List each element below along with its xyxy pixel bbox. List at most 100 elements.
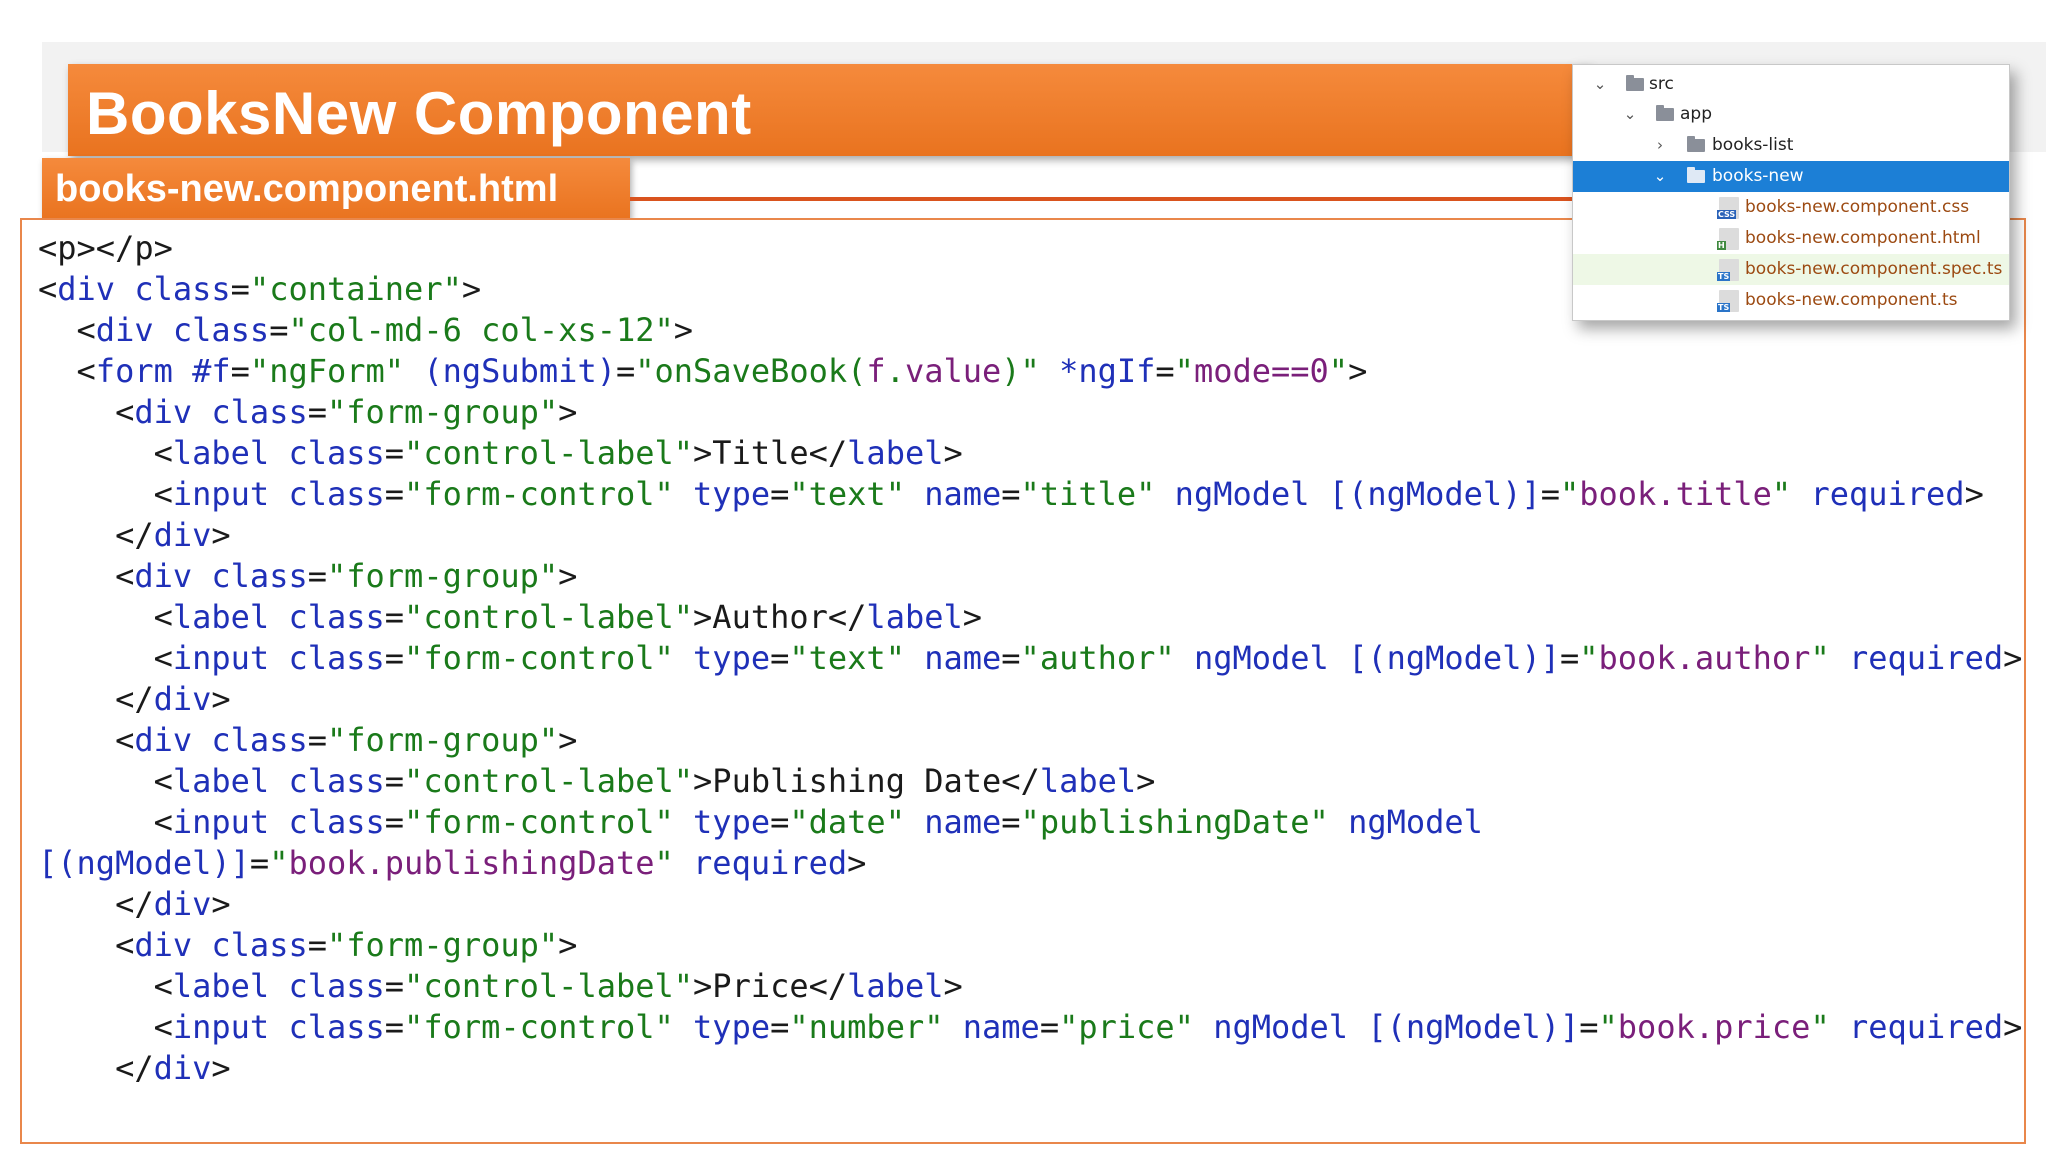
tree-file-css[interactable]: CSS books-new.component.css: [1573, 192, 2009, 223]
code-token: #f: [192, 352, 231, 390]
code-token: =: [1001, 803, 1021, 841]
code-token: =: [615, 352, 636, 390]
code-token: >: [211, 516, 231, 554]
chevron-right-icon[interactable]: ›: [1653, 130, 1667, 161]
code-token: class: [288, 762, 385, 800]
tree-folder-src[interactable]: ⌄ src: [1573, 69, 2009, 100]
code-token: class: [211, 557, 308, 595]
tree-file-label: books-new.component.ts: [1745, 290, 1958, 310]
code-token: <: [153, 598, 173, 636]
tree-file-label: books-new.component.css: [1745, 197, 1970, 217]
tree-file-label: books-new.component.html: [1745, 228, 1981, 248]
code-token: ": [1810, 1008, 1830, 1046]
code-token: "text": [789, 475, 905, 513]
tree-folder-label: books-list: [1712, 135, 1794, 155]
code-token: "publishingDate": [1020, 803, 1329, 841]
code-token: "form-control": [404, 1008, 674, 1046]
code-token: =: [384, 967, 405, 1005]
code-line: [(ngModel)]="book.publishingDate" requir…: [38, 843, 2022, 884]
code-token: <: [115, 926, 135, 964]
code-token: input: [172, 639, 270, 677]
code-token: Title: [712, 434, 809, 472]
code-token: >: [673, 311, 694, 349]
code-token: div: [153, 516, 212, 554]
code-token: *ngIf: [1059, 352, 1156, 390]
code-token: div: [153, 680, 212, 718]
chevron-down-icon[interactable]: ⌄: [1593, 69, 1607, 100]
code-token: class: [288, 967, 385, 1005]
code-token: "author": [1020, 639, 1175, 677]
code-line: <input class="form-control" type="date" …: [38, 802, 2022, 843]
code-token: class: [172, 311, 270, 349]
code-token: =: [1559, 639, 1580, 677]
chevron-down-icon[interactable]: ⌄: [1623, 99, 1637, 130]
code-token: class: [211, 721, 308, 759]
code-token: >: [2003, 1008, 2023, 1046]
chevron-down-icon[interactable]: ⌄: [1653, 161, 1667, 192]
project-tree: ⌄ src ⌄ app › books-list ⌄ books-new CSS…: [1572, 64, 2010, 321]
folder-icon: [1687, 136, 1705, 152]
code-token: "col-md-6 col-xs-12": [288, 311, 674, 349]
code-token: [(ngModel)]: [1348, 639, 1560, 677]
code-token: =: [770, 639, 790, 677]
code-line: <form #f="ngForm" (ngSubmit)="onSaveBook…: [38, 351, 2022, 392]
code-token: =: [307, 557, 327, 595]
code-token: ": [1771, 475, 1792, 513]
code-token: </: [808, 967, 848, 1005]
code-token: div: [134, 393, 193, 431]
tree-folder-books-list[interactable]: › books-list: [1573, 130, 2009, 161]
code-token: label: [1039, 762, 1137, 800]
code-token: =: [307, 721, 327, 759]
tree-file-ts[interactable]: TS books-new.component.ts: [1573, 285, 2009, 316]
code-token: "form-group": [326, 393, 559, 431]
code-token: value: [904, 352, 1002, 390]
tree-folder-app[interactable]: ⌄ app: [1573, 99, 2009, 130]
code-token: ": [1559, 475, 1580, 513]
code-token: =: [770, 1008, 790, 1046]
code-token: Publishing Date: [712, 762, 1002, 800]
tree-folder-label: books-new: [1712, 166, 1804, 186]
code-token: >: [693, 967, 713, 1005]
code-token: <: [115, 393, 135, 431]
tree-file-spec-ts[interactable]: TS books-new.component.spec.ts: [1573, 254, 2009, 285]
code-token: =: [1039, 1008, 1060, 1046]
code-token: "form-control": [404, 639, 674, 677]
code-token: <: [153, 762, 173, 800]
code-token: <: [76, 311, 96, 349]
code-token: required: [693, 844, 848, 882]
code-token: >: [962, 598, 983, 636]
code-token: <: [153, 967, 173, 1005]
code-token: =: [384, 475, 405, 513]
code-token: class: [288, 598, 385, 636]
code-token: "price": [1059, 1008, 1194, 1046]
code-token: type: [693, 639, 771, 677]
tree-folder-books-new[interactable]: ⌄ books-new: [1573, 161, 2009, 192]
code-token: book.publishingDate: [288, 844, 655, 882]
code-token: =: [1001, 475, 1021, 513]
code-token: "container": [249, 270, 462, 308]
tree-file-html[interactable]: H books-new.component.html: [1573, 223, 2009, 254]
code-token: class: [288, 639, 385, 677]
code-token: class: [288, 475, 385, 513]
code-line: <label class="control-label">Title</labe…: [38, 433, 2022, 474]
code-token: "form-group": [326, 557, 559, 595]
code-line: <label class="control-label">Publishing …: [38, 761, 2022, 802]
code-token: =: [1155, 352, 1175, 390]
tree-folder-label: app: [1680, 104, 1712, 124]
